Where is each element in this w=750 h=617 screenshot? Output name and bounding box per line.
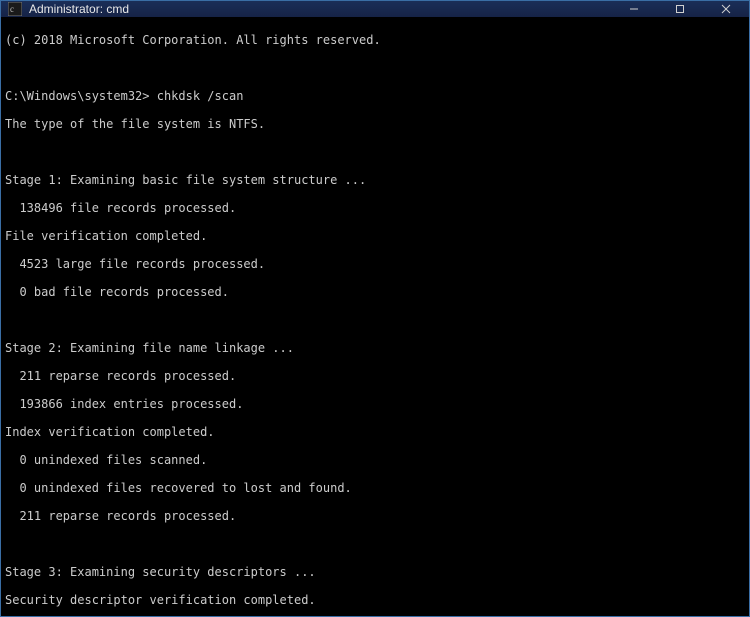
console-line: Stage 1: Examining basic file system str…	[5, 173, 745, 187]
maximize-button[interactable]	[657, 1, 703, 17]
titlebar[interactable]: c Administrator: cmd	[1, 1, 749, 17]
console-line: 211 reparse records processed.	[5, 509, 745, 523]
window-title: Administrator: cmd	[29, 2, 129, 16]
console-line: Index verification completed.	[5, 425, 745, 439]
console-line: (c) 2018 Microsoft Corporation. All righ…	[5, 33, 745, 47]
window-controls	[611, 1, 749, 17]
minimize-button[interactable]	[611, 1, 657, 17]
svg-text:c: c	[10, 4, 14, 14]
console-line: The type of the file system is NTFS.	[5, 117, 745, 131]
console-line: 0 unindexed files scanned.	[5, 453, 745, 467]
command-text: chkdsk /scan	[157, 89, 244, 103]
console-line: Stage 3: Examining security descriptors …	[5, 565, 745, 579]
console-line: 4523 large file records processed.	[5, 257, 745, 271]
prompt: C:\Windows\system32>	[5, 89, 150, 103]
console-line	[5, 537, 745, 551]
console-line: 0 bad file records processed.	[5, 285, 745, 299]
app-icon: c	[7, 1, 23, 17]
console-line: Stage 2: Examining file name linkage ...	[5, 341, 745, 355]
console-line: Security descriptor verification complet…	[5, 593, 745, 607]
close-button[interactable]	[703, 1, 749, 17]
console-line: 211 reparse records processed.	[5, 369, 745, 383]
console-line: 138496 file records processed.	[5, 201, 745, 215]
console-line: File verification completed.	[5, 229, 745, 243]
command-line: C:\Windows\system32> chkdsk /scan	[5, 89, 745, 103]
console-line	[5, 145, 745, 159]
cmd-window: c Administrator: cmd (c) 2018 Microsoft …	[0, 0, 750, 617]
console-line: 0 unindexed files recovered to lost and …	[5, 481, 745, 495]
console-line	[5, 313, 745, 327]
console-line	[5, 61, 745, 75]
terminal-output[interactable]: (c) 2018 Microsoft Corporation. All righ…	[1, 17, 749, 616]
console-line: 193866 index entries processed.	[5, 397, 745, 411]
